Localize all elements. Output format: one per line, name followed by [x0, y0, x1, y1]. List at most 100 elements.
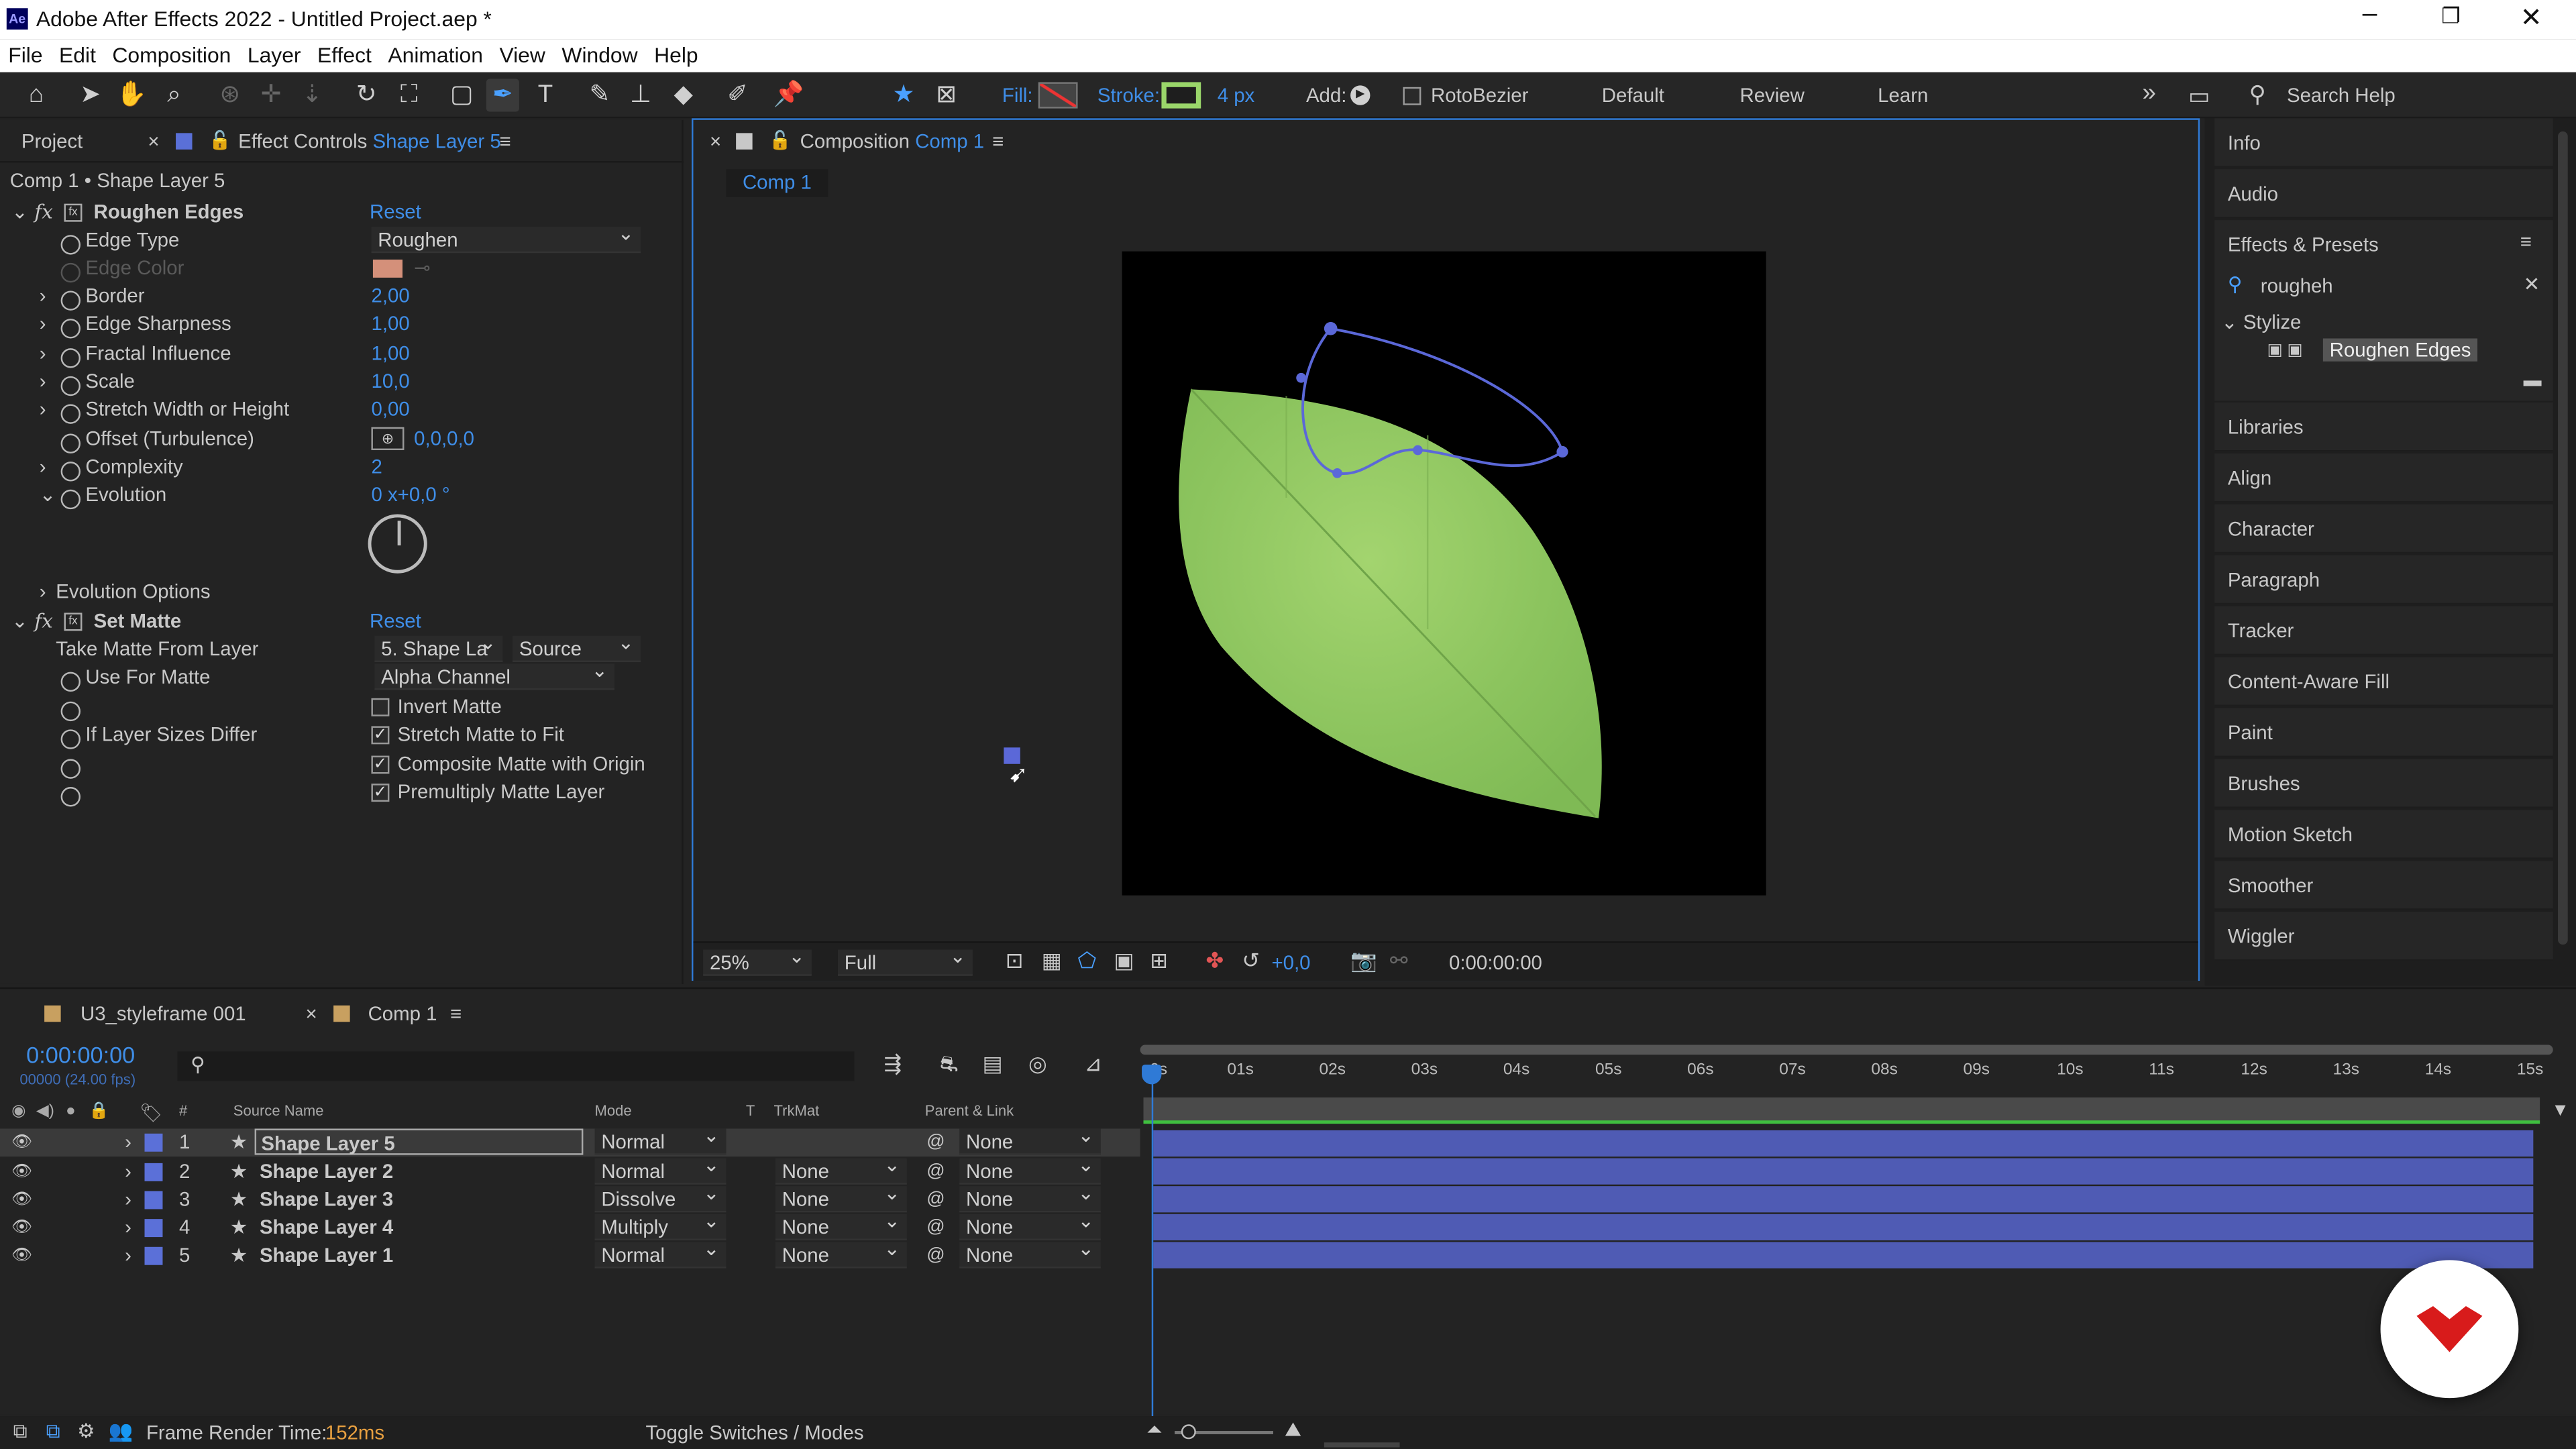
new-bin-icon[interactable]: ▬ [2524, 371, 2542, 390]
take-matte-source-dropdown[interactable]: Source [513, 629, 641, 662]
composite-matte-checkbox[interactable]: ✓ [371, 755, 390, 774]
eraser-tool-icon[interactable]: ◆ [667, 79, 700, 112]
paint-panel[interactable]: Paint [2214, 708, 2553, 757]
eye-icon[interactable]: 👁 [11, 1214, 32, 1242]
prop-value[interactable]: 0 x+0,0 ° [371, 482, 449, 510]
layer-bar[interactable] [1153, 1130, 2534, 1157]
effects-presets-title[interactable]: Effects & Presets [2228, 233, 2379, 256]
snapping-star-icon[interactable]: ★ [887, 79, 920, 112]
type-tool-icon[interactable]: T [529, 79, 562, 112]
prop-value[interactable]: 0,0,0,0 [414, 425, 474, 453]
time-ruler[interactable]: 0s 01s 02s 03s 04s 05s 06s 07s 08s 09s 1… [1140, 1061, 2553, 1094]
graph-editor-icon[interactable]: ⊿ [1084, 1051, 1102, 1077]
zoom-in-icon[interactable]: ⛰ [1285, 1417, 1301, 1442]
timeline-tab-comp1[interactable]: Comp 1 [368, 992, 437, 1035]
workspace-learn[interactable]: Learn [1878, 84, 1928, 107]
take-matte-layer-dropdown[interactable]: 5. Shape La [374, 629, 503, 662]
clear-search-icon[interactable]: ✕ [2524, 273, 2540, 296]
pickwhip-icon[interactable]: @ [926, 1214, 945, 1242]
menu-view[interactable]: View [491, 40, 553, 72]
snapping-grid-icon[interactable]: ⊠ [930, 79, 963, 112]
comp-timecode[interactable]: 0:00:00:00 [1449, 951, 1542, 974]
more-workspaces-icon[interactable]: » [2142, 79, 2155, 107]
layer-name[interactable]: Shape Layer 5 [254, 1128, 584, 1155]
add-circle-icon[interactable]: ▶ [1350, 85, 1371, 105]
stopwatch-icon[interactable] [60, 318, 80, 339]
expand-icon[interactable]: › [125, 1214, 131, 1242]
libraries-panel[interactable]: Libraries [2214, 402, 2553, 452]
selection-tool-icon[interactable]: ➤ [74, 79, 107, 112]
premultiply-checkbox[interactable]: ✓ [371, 784, 390, 802]
pan-tool-icon[interactable]: ✛ [255, 79, 288, 112]
show-snapshot-icon[interactable]: ⚯ [1390, 948, 1408, 974]
stopwatch-icon[interactable] [60, 433, 80, 453]
use-for-matte-dropdown[interactable]: Alpha Channel [374, 657, 614, 690]
color-channels-icon[interactable]: ✤ [1206, 948, 1224, 974]
expand-icon[interactable]: › [125, 1159, 131, 1187]
roughen-edges-header[interactable]: ⌄ fx fx Roughen Edges Reset [0, 199, 657, 227]
menu-window[interactable]: Window [553, 40, 646, 72]
eye-icon[interactable]: 👁 [11, 1186, 32, 1214]
effects-search-input[interactable]: rougheh [2261, 274, 2507, 297]
category-row[interactable]: ⌄ Stylize [2221, 311, 2301, 333]
horizontal-scrollbar[interactable] [1324, 1442, 1400, 1448]
layer-color-label[interactable] [144, 1163, 163, 1181]
frame-blending-icon[interactable]: ▤ [982, 1051, 1002, 1077]
menu-composition[interactable]: Composition [104, 40, 239, 72]
workspace-switcher-icon[interactable]: ▭ [2188, 82, 2210, 110]
stopwatch-icon[interactable] [60, 347, 80, 368]
close-tab-icon[interactable]: × [306, 992, 317, 1035]
shy-layers-icon[interactable]: ⛐ [940, 1051, 959, 1081]
eye-icon[interactable]: 👁 [11, 1159, 32, 1187]
toggle-switches-modes[interactable]: Toggle Switches / Modes [645, 1421, 863, 1444]
stopwatch-icon[interactable] [60, 759, 80, 779]
lock-icon[interactable]: 🔓 [769, 120, 792, 163]
prop-value[interactable]: 2 [371, 453, 382, 482]
layer-bar[interactable] [1153, 1242, 2534, 1269]
stopwatch-icon[interactable] [60, 672, 80, 692]
layer-row[interactable]: 👁 › 2 ★ Shape Layer 2 Normal None @ None [0, 1152, 1140, 1187]
motion-sketch-panel[interactable]: Motion Sketch [2214, 810, 2553, 859]
align-panel[interactable]: Align [2214, 453, 2553, 503]
layer-row[interactable]: 👁 › 5 ★ Shape Layer 1 Normal None @ None [0, 1236, 1140, 1270]
stopwatch-icon[interactable] [60, 786, 80, 807]
evolution-options-row[interactable]: › Evolution Options [0, 578, 657, 606]
region-of-interest-icon[interactable]: ⊡ [1006, 948, 1024, 974]
set-matte-reset-button[interactable]: Reset [370, 608, 421, 636]
comp-duration-bar[interactable] [1143, 1097, 2540, 1124]
rotate-tool-icon[interactable]: ↻ [350, 79, 383, 112]
expand-icon[interactable]: › [125, 1242, 131, 1270]
stopwatch-icon[interactable] [60, 376, 80, 396]
edge-type-dropdown[interactable]: Roughen [371, 220, 641, 254]
comp-breadcrumb[interactable]: Comp 1 [726, 169, 828, 197]
puppet-tool-icon[interactable]: 📌 [772, 79, 805, 112]
pickwhip-icon[interactable]: @ [926, 1242, 945, 1270]
playhead-handle[interactable] [1142, 1064, 1162, 1085]
eye-icon[interactable]: 👁 [11, 1128, 32, 1157]
menu-help[interactable]: Help [646, 40, 706, 72]
resolution-dropdown[interactable]: Full [837, 943, 973, 976]
stopwatch-icon[interactable] [60, 489, 80, 509]
stroke-swatch[interactable] [1161, 82, 1201, 109]
orbit-tool-icon[interactable]: ⊛ [213, 79, 246, 112]
menu-effect[interactable]: Effect [309, 40, 380, 72]
timeline-tab-styleframe[interactable]: U3_styleframe 001 [80, 992, 246, 1035]
expand-icon[interactable]: › [125, 1186, 131, 1214]
comp-flowchart-icon[interactable]: ⇶ [884, 1051, 902, 1077]
content-aware-fill-panel[interactable]: Content-Aware Fill [2214, 657, 2553, 707]
stopwatch-icon[interactable] [60, 290, 80, 311]
restore-button[interactable]: ❐ [2441, 3, 2461, 30]
audio-panel[interactable]: Audio [2214, 169, 2553, 219]
zoom-tool-icon[interactable]: ⌕ [158, 79, 191, 112]
menu-file[interactable]: File [0, 40, 51, 72]
expand-icon[interactable]: › [125, 1128, 131, 1157]
layer-bar[interactable] [1153, 1214, 2534, 1240]
minimize-button[interactable]: – [2363, 0, 2377, 30]
comp-canvas[interactable] [1122, 251, 1766, 896]
invert-matte-checkbox[interactable] [371, 698, 390, 716]
grid-icon[interactable]: ⊞ [1150, 948, 1168, 974]
layer-switches-icon[interactable]: ⧉ [13, 1419, 28, 1444]
layer-color-label[interactable] [144, 1133, 163, 1152]
playhead[interactable] [1151, 1067, 1154, 1417]
stopwatch-icon[interactable] [60, 234, 80, 255]
